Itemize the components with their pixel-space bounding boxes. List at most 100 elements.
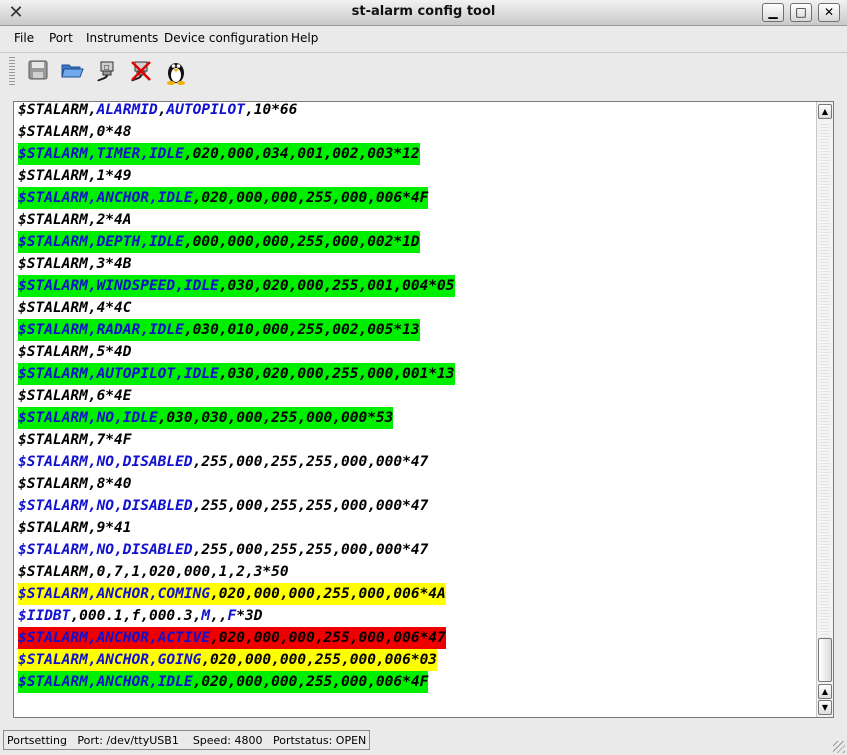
log-line-segment: $STALARM, xyxy=(18,102,97,118)
log-line-highlight: $IIDBT,000.1,f,000.3,M,,F*3D xyxy=(18,605,262,627)
log-line-highlight: $STALARM,NO,IDLE,030,030,000,255,000,000… xyxy=(18,407,394,429)
port-status-label: Portsetting Port: /dev/ttyUSB1 Speed: 48… xyxy=(3,730,371,750)
log-line: $STALARM,ALARMID,AUTOPILOT,10*66 xyxy=(18,102,813,121)
log-line-segment: $STALARM,ANCHOR,IDLE xyxy=(18,190,193,206)
status-bar: Portsetting Port: /dev/ttyUSB1 Speed: 48… xyxy=(0,728,847,755)
log-line-segment: $STALARM,NO,DISABLED xyxy=(18,498,193,514)
log-line-segment: ,030,020,000,255,000,001*13 xyxy=(218,366,455,382)
toolbar-grip-handle[interactable] xyxy=(9,57,15,87)
log-line: $STALARM,NO,DISABLED,255,000,255,255,000… xyxy=(18,451,813,473)
log-line-segment: ,020,000,000,255,000,006*47 xyxy=(210,630,446,646)
log-line: $STALARM,ANCHOR,ACTIVE,020,000,000,255,0… xyxy=(18,627,813,649)
vertical-scrollbar[interactable]: ▲ ▲ ▼ xyxy=(816,102,833,717)
log-line: $STALARM,ANCHOR,IDLE,020,000,000,255,000… xyxy=(18,671,813,693)
window-title: st-alarm config tool xyxy=(351,4,496,19)
log-line-segment: $STALARM,3*4B xyxy=(18,256,132,272)
log-line-segment: ALARMID xyxy=(96,102,158,118)
log-line-segment: $STALARM,5*4D xyxy=(18,344,132,360)
maximize-button[interactable]: □ xyxy=(790,3,812,22)
log-line-highlight: $STALARM,TIMER,IDLE,020,000,034,001,002,… xyxy=(18,143,420,165)
log-line: $STALARM,3*4B xyxy=(18,253,813,275)
menu-help[interactable]: Help xyxy=(291,31,318,45)
open-folder-icon[interactable] xyxy=(58,59,86,87)
log-line: $STALARM,6*4E xyxy=(18,385,813,407)
menu-instruments[interactable]: Instruments xyxy=(86,31,158,45)
log-line: $STALARM,ANCHOR,IDLE,020,000,000,255,000… xyxy=(18,187,813,209)
scroll-track[interactable] xyxy=(820,122,829,682)
log-lines: $STALARM,ALARMID,AUTOPILOT,10*66 $STALARM… xyxy=(18,102,813,693)
resize-grip-handle[interactable] xyxy=(833,741,845,753)
log-line-highlight: $STALARM,WINDSPEED,IDLE,030,020,000,255,… xyxy=(18,275,455,297)
log-line: $STALARM,9*41 xyxy=(18,517,813,539)
log-line-segment: $STALARM,DEPTH,IDLE xyxy=(18,234,184,250)
log-line-segment: $STALARM,ANCHOR,ACTIVE xyxy=(18,630,211,646)
log-line-segment: ,020,000,000,255,000,006*03 xyxy=(201,652,438,668)
scroll-up-button[interactable]: ▲ xyxy=(818,104,832,119)
log-line-segment: ,030,030,000,255,000,000*53 xyxy=(157,410,394,426)
log-line-segment: ,030,010,000,255,002,005*13 xyxy=(183,322,420,338)
toolbar: □ xyxy=(0,53,847,93)
log-line: $STALARM,0*48 xyxy=(18,121,813,143)
menu-port[interactable]: Port xyxy=(49,31,73,45)
log-line-segment: $STALARM,7*4F xyxy=(18,432,132,448)
disconnect-icon[interactable] xyxy=(127,59,155,87)
log-line: $STALARM,TIMER,IDLE,020,000,034,001,002,… xyxy=(18,143,813,165)
log-line-segment: $IIDBT xyxy=(18,608,71,624)
scroll-down-button[interactable]: ▼ xyxy=(818,700,832,715)
log-line-segment: AUTOPILOT xyxy=(166,102,245,118)
log-line-highlight: $STALARM,NO,DISABLED,255,000,255,255,000… xyxy=(18,451,428,473)
log-line-highlight: $STALARM,ALARMID,AUTOPILOT,10*66 xyxy=(18,102,298,121)
log-line-segment: ,10*66 xyxy=(245,102,298,118)
log-line-segment: $STALARM,RADAR,IDLE xyxy=(18,322,184,338)
log-line: $STALARM,4*4C xyxy=(18,297,813,319)
log-text-area[interactable]: $STALARM,ALARMID,AUTOPILOT,10*66 $STALARM… xyxy=(13,101,834,718)
menu-file[interactable]: File xyxy=(14,31,34,45)
log-line-segment: $STALARM,ANCHOR,IDLE xyxy=(18,674,193,690)
log-line-highlight: $STALARM,9*41 xyxy=(18,517,132,539)
log-line-segment: F xyxy=(227,608,237,624)
log-line-highlight: $STALARM,ANCHOR,ACTIVE,020,000,000,255,0… xyxy=(18,627,446,649)
log-line-segment: $STALARM,1*49 xyxy=(18,168,132,184)
log-line-segment: $STALARM,AUTOPILOT,IDLE xyxy=(18,366,219,382)
close-button[interactable]: ✕ xyxy=(818,3,840,22)
log-line-segment: $STALARM,0*48 xyxy=(18,124,132,140)
log-line: $STALARM,2*4A xyxy=(18,209,813,231)
log-line-highlight: $STALARM,3*4B xyxy=(18,253,132,275)
log-line: $STALARM,WINDSPEED,IDLE,030,020,000,255,… xyxy=(18,275,813,297)
log-line-segment: $STALARM,4*4C xyxy=(18,300,132,316)
menu-bar: File Port Instruments Device configurati… xyxy=(0,26,847,53)
log-line: $STALARM,0,7,1,020,000,1,2,3*50 xyxy=(18,561,813,583)
log-line: $STALARM,ANCHOR,COMING,020,000,000,255,0… xyxy=(18,583,813,605)
menu-device-configuration[interactable]: Device configuration xyxy=(164,31,288,45)
log-line-segment: ,020,000,000,255,000,006*4F xyxy=(192,674,429,690)
save-icon[interactable] xyxy=(24,59,52,87)
scroll-down-small-button[interactable]: ▲ xyxy=(818,684,832,699)
log-line-highlight: $STALARM,4*4C xyxy=(18,297,132,319)
log-line: $STALARM,NO,DISABLED,255,000,255,255,000… xyxy=(18,495,813,517)
tux-icon[interactable] xyxy=(162,59,190,87)
log-line-highlight: $STALARM,ANCHOR,GOING,020,000,000,255,00… xyxy=(18,649,438,671)
minimize-button[interactable]: ▁ xyxy=(762,3,784,22)
log-line-highlight: $STALARM,AUTOPILOT,IDLE,030,020,000,255,… xyxy=(18,363,455,385)
scroll-thumb[interactable] xyxy=(818,638,832,682)
log-line-highlight: $STALARM,ANCHOR,IDLE,020,000,000,255,000… xyxy=(18,671,429,693)
log-line-highlight: $STALARM,0,7,1,020,000,1,2,3*50 xyxy=(18,561,289,583)
log-line-segment: ,020,000,000,255,000,006*4A xyxy=(210,586,446,602)
log-line-highlight: $STALARM,7*4F xyxy=(18,429,132,451)
log-line-segment: $STALARM,6*4E xyxy=(18,388,132,404)
log-line-highlight: $STALARM,NO,DISABLED,255,000,255,255,000… xyxy=(18,539,428,561)
log-line: $STALARM,NO,DISABLED,255,000,255,255,000… xyxy=(18,539,813,561)
log-line: $STALARM,8*40 xyxy=(18,473,813,495)
log-line-segment: $STALARM,8*40 xyxy=(18,476,132,492)
connect-icon[interactable]: □ xyxy=(93,59,121,87)
log-line-segment: M xyxy=(201,608,211,624)
log-line: $STALARM,7*4F xyxy=(18,429,813,451)
log-line-highlight: $STALARM,ANCHOR,COMING,020,000,000,255,0… xyxy=(18,583,446,605)
log-line-highlight: $STALARM,NO,DISABLED,255,000,255,255,000… xyxy=(18,495,428,517)
title-bar[interactable]: ✕ st-alarm config tool ▁ □ ✕ xyxy=(0,0,847,26)
log-line: $STALARM,AUTOPILOT,IDLE,030,020,000,255,… xyxy=(18,363,813,385)
log-line-segment: $STALARM,0,7,1,020,000,1,2,3*50 xyxy=(18,564,289,580)
log-line-segment: $STALARM,9*41 xyxy=(18,520,132,536)
log-line-highlight: $STALARM,1*49 xyxy=(18,165,132,187)
log-line: $STALARM,NO,IDLE,030,030,000,255,000,000… xyxy=(18,407,813,429)
